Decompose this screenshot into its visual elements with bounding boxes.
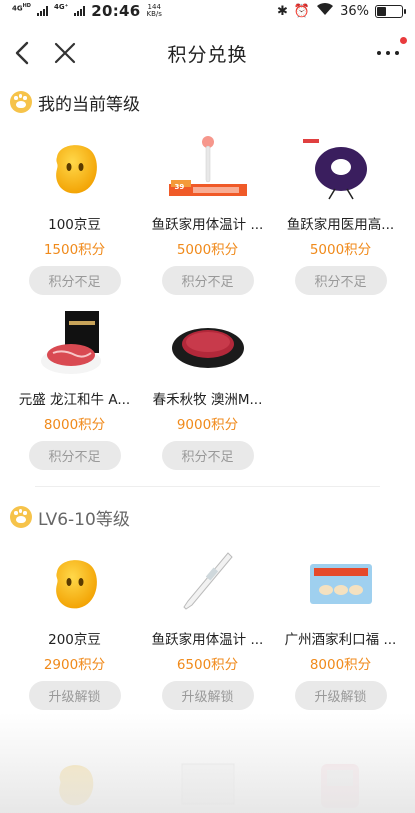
jingdou-bean-image: [30, 547, 120, 620]
reward-price: 1500积分: [43, 241, 106, 258]
reward-item[interactable]: 鱼跃家用医用高... 5000积分 积分不足: [274, 120, 407, 295]
section-header-lv6-10: LV6-10等级: [0, 499, 415, 535]
more-icon[interactable]: [377, 48, 405, 58]
notification-dot: [400, 37, 407, 44]
digital-thermometer-image: [163, 547, 253, 620]
upgrade-unlock-button[interactable]: 升级解锁: [294, 680, 387, 710]
paw-icon: [10, 506, 32, 528]
back-icon[interactable]: [10, 39, 36, 67]
reward-name: 鱼跃家用医用高...: [286, 217, 395, 233]
reward-name: 200京豆: [48, 632, 101, 648]
reward-item[interactable]: 春禾秋牧 澳洲M... 9000积分 积分不足: [141, 295, 274, 470]
reward-item[interactable]: 元盛 龙江和牛 A... 8000积分 积分不足: [8, 295, 141, 470]
thermometer-image: 39: [163, 132, 253, 205]
steak-image: [163, 307, 253, 380]
price-tag: 39: [174, 183, 185, 192]
reward-grid-current: 100京豆 1500积分 积分不足 39 鱼跃家用体温计 ... 5000积分 …: [0, 120, 415, 470]
section-title: LV6-10等级: [38, 509, 130, 530]
network-speed: 144 KB/s: [146, 3, 162, 18]
upgrade-unlock-button[interactable]: 升级解锁: [161, 680, 254, 710]
reward-item[interactable]: 100京豆 1500积分 积分不足: [8, 120, 141, 295]
reward-name: 鱼跃家用体温计 ...: [151, 217, 264, 233]
reward-name: 100京豆: [48, 217, 101, 233]
reward-price: 9000积分: [176, 416, 239, 433]
battery-icon: [375, 4, 406, 18]
insufficient-points-button[interactable]: 积分不足: [28, 265, 121, 295]
reward-item[interactable]: 200京豆 2900积分 升级解锁: [8, 535, 141, 710]
reward-item[interactable]: 39 鱼跃家用体温计 ... 5000积分 积分不足: [141, 120, 274, 295]
paw-icon: [10, 91, 32, 113]
insufficient-points-button[interactable]: 积分不足: [28, 440, 121, 470]
reward-item[interactable]: 广州酒家利口福 ... 8000积分 升级解锁: [274, 535, 407, 710]
jingdou-bean-image: [30, 132, 120, 205]
alarm-icon: ⏰: [293, 3, 311, 19]
insufficient-points-button[interactable]: 积分不足: [294, 265, 387, 295]
reward-price: 8000积分: [309, 656, 372, 673]
reward-name: 春禾秋牧 澳洲M...: [152, 392, 263, 408]
section-header-current-level: 我的当前等级: [0, 84, 415, 120]
network-indicator-2: 4G⁺: [53, 3, 69, 11]
jingdou-bean-image: [8, 760, 141, 810]
section-divider: [35, 486, 380, 487]
reward-item[interactable]: 鱼跃家用体温计 ... 6500积分 升级解锁: [141, 535, 274, 710]
upgrade-unlock-button[interactable]: 升级解锁: [28, 680, 121, 710]
reward-price: 5000积分: [176, 241, 239, 258]
battery-percent: 36%: [340, 3, 369, 19]
status-bar: 4GHD 4G⁺ 20:46 144 KB/s ✱ ⏰ 36%: [0, 0, 415, 22]
signal-icon-2: [74, 6, 86, 16]
nav-bar: 积分兑换: [0, 22, 415, 84]
blood-pressure-monitor-image: [274, 760, 407, 810]
page-title: 积分兑换: [167, 43, 248, 66]
close-icon[interactable]: [52, 40, 78, 66]
section-title: 我的当前等级: [38, 94, 140, 115]
reward-name: 鱼跃家用体温计 ...: [151, 632, 264, 648]
reward-name: 广州酒家利口福 ...: [284, 632, 397, 648]
dumpling-package-image: [296, 547, 386, 620]
reward-grid-next-row: [8, 760, 407, 810]
wifi-icon: [316, 2, 334, 20]
reward-price: 8000积分: [43, 416, 106, 433]
neck-pillow-image: [296, 132, 386, 205]
wagyu-beef-image: [30, 307, 120, 380]
bluetooth-icon: ✱: [277, 3, 288, 19]
reward-name: 元盛 龙江和牛 A...: [18, 392, 131, 408]
signal-icon: [36, 6, 48, 16]
product-box-image: [141, 760, 274, 810]
reward-price: 2900积分: [43, 656, 106, 673]
reward-grid-lv6-10: 200京豆 2900积分 升级解锁 鱼跃家用体温计 ... 6500积分 升级解…: [0, 535, 415, 710]
network-indicator: 4GHD: [12, 2, 31, 13]
clock: 20:46: [91, 2, 141, 20]
insufficient-points-button[interactable]: 积分不足: [161, 265, 254, 295]
reward-price: 6500积分: [176, 656, 239, 673]
insufficient-points-button[interactable]: 积分不足: [161, 440, 254, 470]
reward-price: 5000积分: [309, 241, 372, 258]
